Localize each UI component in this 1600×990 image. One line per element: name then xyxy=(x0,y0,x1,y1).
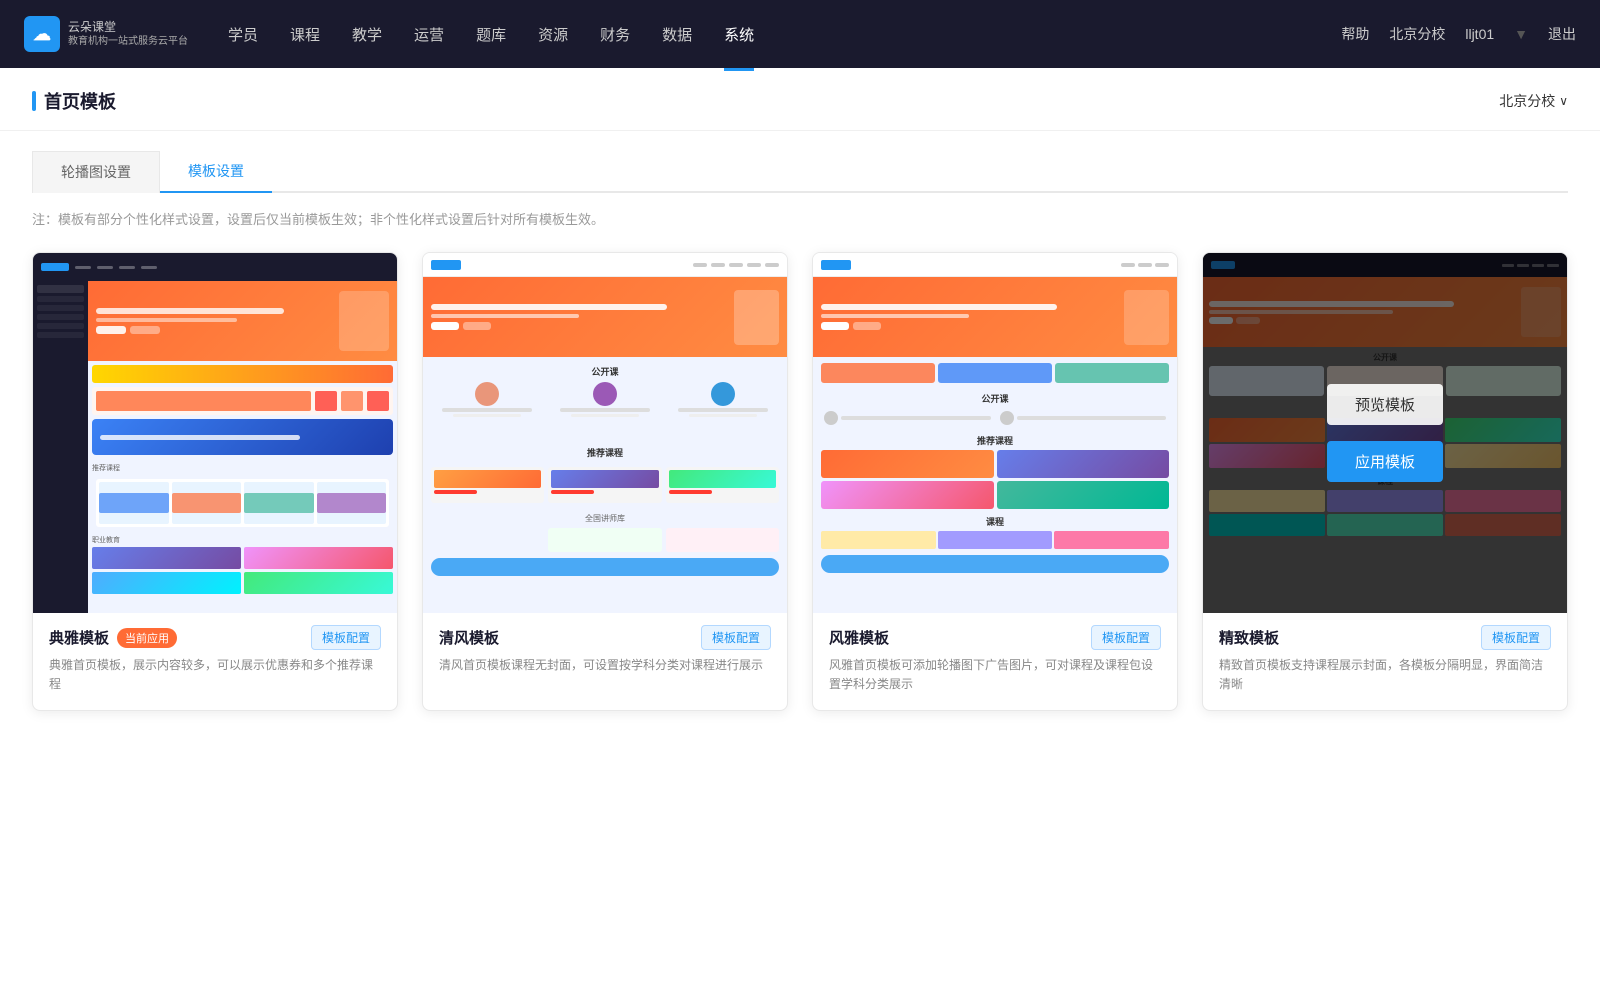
template-name-row-fresh: 清风模板 模板配置 xyxy=(439,625,771,650)
nav-item-courses[interactable]: 课程 xyxy=(290,20,320,49)
template-footer-elegant: 典雅模板 当前应用 模板配置 典雅首页模板，展示内容较多，可以展示优惠券和多个推… xyxy=(33,613,397,710)
nav-logo: ☁ 云朵课堂 教育机构一站式服务云平台 xyxy=(24,16,188,52)
template-config-btn-fresh[interactable]: 模板配置 xyxy=(701,625,771,650)
template-name-row-elegant: 典雅模板 当前应用 模板配置 xyxy=(49,625,381,650)
tab-slideshow[interactable]: 轮播图设置 xyxy=(32,151,160,193)
template-preview-elegant[interactable]: 推荐课程 职业教育 xyxy=(33,253,397,613)
template-card-elegant2: 公开课 推荐课程 xyxy=(812,252,1178,711)
tabs: 轮播图设置 模板设置 xyxy=(32,151,1568,193)
template-card-elegant: 推荐课程 职业教育 xyxy=(32,252,398,711)
template-footer-elegant2: 风雅模板 模板配置 风雅首页模板可添加轮播图下广告图片，可对课程及课程包设置学科… xyxy=(813,613,1177,710)
template-desc-elegant: 典雅首页模板，展示内容较多，可以展示优惠券和多个推荐课程 xyxy=(49,656,381,694)
nav-item-system[interactable]: 系统 xyxy=(724,20,754,49)
template-config-btn-refined[interactable]: 模板配置 xyxy=(1481,625,1551,650)
nav-item-finance[interactable]: 财务 xyxy=(600,20,630,49)
template-preview-refined[interactable]: 公开课 推荐课程 课程 xyxy=(1203,253,1567,613)
nav-right: 帮助 北京分校 lljt01 ▼ 退出 xyxy=(1341,24,1576,44)
nav-user[interactable]: lljt01 xyxy=(1465,26,1494,42)
nav-divider: ▼ xyxy=(1514,26,1528,42)
template-badge-elegant: 当前应用 xyxy=(117,628,177,648)
template-preview-elegant2[interactable]: 公开课 推荐课程 xyxy=(813,253,1177,613)
nav-branch[interactable]: 北京分校 xyxy=(1389,24,1445,44)
main-nav: ☁ 云朵课堂 教育机构一站式服务云平台 学员 课程 教学 运营 题库 资源 财务… xyxy=(0,0,1600,68)
template-card-fresh: 公开课 xyxy=(422,252,788,711)
template-desc-elegant2: 风雅首页模板可添加轮播图下广告图片，可对课程及课程包设置学科分类展示 xyxy=(829,656,1161,694)
page-branch[interactable]: 北京分校 xyxy=(1499,91,1568,111)
logo-icon: ☁ xyxy=(24,16,60,52)
nav-item-data[interactable]: 数据 xyxy=(662,20,692,49)
template-footer-refined: 精致模板 模板配置 精致首页模板支持课程展示封面，各模板分隔明显，界面简洁清晰 xyxy=(1203,613,1567,710)
tabs-wrapper: 轮播图设置 模板设置 xyxy=(0,131,1600,193)
note-text: 注：模板有部分个性化样式设置，设置后仅当前模板生效；非个性化样式设置后针对所有模… xyxy=(0,193,1600,244)
template-name-refined: 精致模板 xyxy=(1219,627,1279,648)
apply-btn-refined[interactable]: 应用模板 xyxy=(1327,441,1443,482)
template-name-fresh: 清风模板 xyxy=(439,627,499,648)
nav-help[interactable]: 帮助 xyxy=(1341,24,1369,44)
template-overlay-refined: 预览模板 应用模板 xyxy=(1203,253,1567,613)
template-name-row-refined: 精致模板 模板配置 xyxy=(1219,625,1551,650)
page-title: 首页模板 xyxy=(32,88,116,114)
template-footer-fresh: 清风模板 模板配置 清风首页模板课程无封面，可设置按学科分类对课程进行展示 xyxy=(423,613,787,691)
template-preview-fresh[interactable]: 公开课 xyxy=(423,253,787,613)
nav-item-operations[interactable]: 运营 xyxy=(414,20,444,49)
page-header: 首页模板 北京分校 xyxy=(0,68,1600,131)
templates-grid: 推荐课程 职业教育 xyxy=(0,244,1600,751)
nav-item-resources[interactable]: 资源 xyxy=(538,20,568,49)
template-desc-refined: 精致首页模板支持课程展示封面，各模板分隔明显，界面简洁清晰 xyxy=(1219,656,1551,694)
tab-template[interactable]: 模板设置 xyxy=(160,151,272,193)
nav-left: ☁ 云朵课堂 教育机构一站式服务云平台 学员 课程 教学 运营 题库 资源 财务… xyxy=(24,16,754,52)
template-config-btn-elegant2[interactable]: 模板配置 xyxy=(1091,625,1161,650)
template-card-refined: 公开课 推荐课程 课程 xyxy=(1202,252,1568,711)
nav-menu: 学员 课程 教学 运营 题库 资源 财务 数据 系统 xyxy=(228,20,754,49)
template-desc-fresh: 清风首页模板课程无封面，可设置按学科分类对课程进行展示 xyxy=(439,656,771,675)
template-name-row-elegant2: 风雅模板 模板配置 xyxy=(829,625,1161,650)
nav-item-questions[interactable]: 题库 xyxy=(476,20,506,49)
preview-btn-refined[interactable]: 预览模板 xyxy=(1327,384,1443,425)
main-content: 首页模板 北京分校 轮播图设置 模板设置 注：模板有部分个性化样式设置，设置后仅… xyxy=(0,68,1600,990)
nav-logout[interactable]: 退出 xyxy=(1548,24,1576,44)
template-name-elegant2: 风雅模板 xyxy=(829,627,889,648)
logo-text: 云朵课堂 教育机构一站式服务云平台 xyxy=(68,19,188,50)
nav-item-teaching[interactable]: 教学 xyxy=(352,20,382,49)
nav-item-students[interactable]: 学员 xyxy=(228,20,258,49)
template-config-btn-elegant[interactable]: 模板配置 xyxy=(311,625,381,650)
template-name-elegant: 典雅模板 xyxy=(49,627,109,648)
